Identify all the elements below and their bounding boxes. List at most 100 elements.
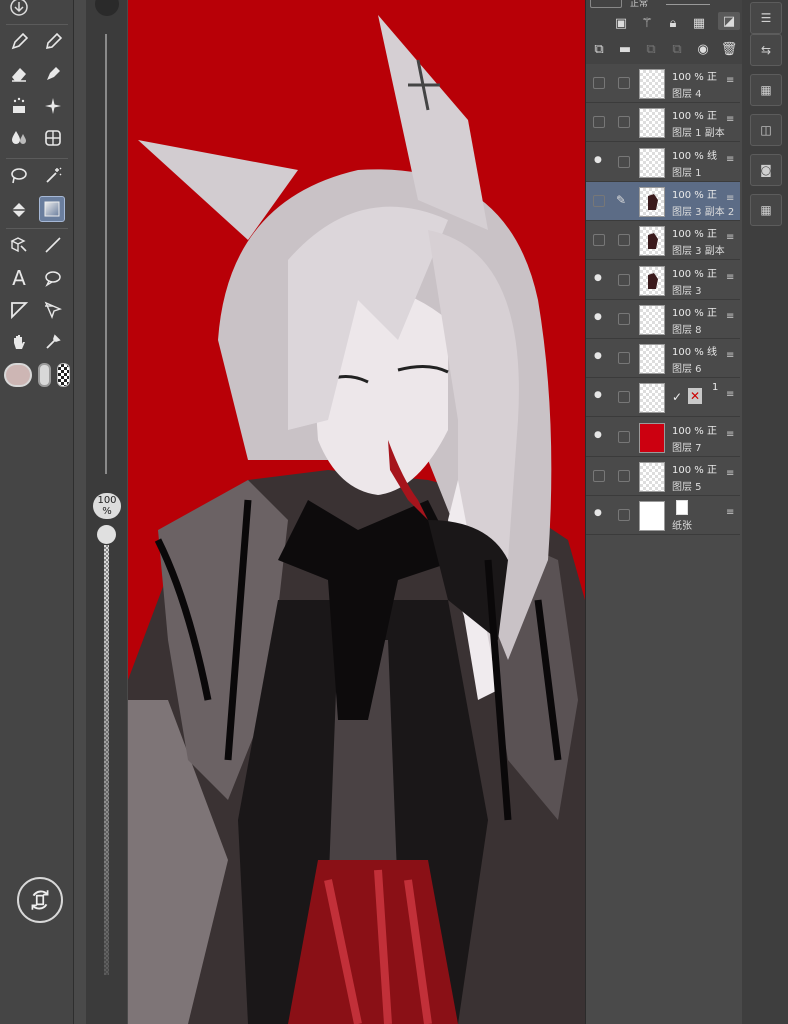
lock-checkbox[interactable]: [618, 430, 630, 443]
pencil-icon[interactable]: [40, 29, 66, 55]
download-icon[interactable]: [6, 0, 32, 20]
layer-menu-icon[interactable]: ≡: [726, 390, 734, 400]
visibility-checkbox[interactable]: [593, 194, 605, 207]
lock-checkbox[interactable]: [618, 155, 630, 168]
layer-row[interactable]: 100 % 正图层 4 ≡: [586, 64, 740, 103]
lock-checkbox[interactable]: [618, 116, 630, 129]
ruler-grid-icon[interactable]: [40, 125, 66, 151]
new-raster-layer-icon[interactable]: ⧉: [590, 40, 608, 58]
navigator-toggle[interactable]: ⇆: [750, 34, 782, 66]
gradient-icon[interactable]: [39, 196, 65, 222]
layer-row[interactable]: ● 100 % 正图层 7 ≡: [586, 418, 740, 457]
layer-menu-icon[interactable]: ≡: [726, 76, 734, 86]
reference-layer-icon[interactable]: ⚚: [638, 14, 656, 32]
visibility-checkbox[interactable]: [593, 77, 605, 89]
visibility-checkbox[interactable]: [593, 116, 605, 129]
sub-color-swatch[interactable]: [38, 363, 51, 387]
main-color-swatch[interactable]: [4, 363, 32, 387]
airbrush-icon[interactable]: [6, 93, 32, 119]
layer-row[interactable]: ✎ 100 % 正图层 3 副本 2 ≡: [586, 181, 740, 221]
eye-icon[interactable]: ●: [594, 430, 608, 442]
layer-menu-icon[interactable]: ≡: [726, 272, 734, 283]
layer-mask-icon[interactable]: ◉: [694, 40, 712, 58]
decoration-icon[interactable]: [40, 93, 66, 119]
eye-icon[interactable]: ●: [594, 351, 608, 363]
eye-icon[interactable]: ●: [594, 273, 608, 285]
object-select-icon[interactable]: [6, 232, 32, 258]
layer-menu-icon[interactable]: ≡: [726, 429, 734, 440]
brush-opacity-knob[interactable]: [97, 525, 116, 544]
mask-disabled-icon: ✕: [688, 388, 702, 405]
drawing-canvas[interactable]: [128, 0, 585, 1024]
lock-checkbox[interactable]: [618, 312, 630, 325]
layer-row[interactable]: ● ✓ ✕ 1 ≡: [586, 378, 740, 418]
brush-size-track[interactable]: [105, 34, 107, 474]
eye-icon[interactable]: ●: [594, 508, 608, 520]
lock-checkbox[interactable]: [618, 509, 630, 522]
brush-opacity-track[interactable]: [104, 545, 109, 975]
layer-menu-icon[interactable]: ≡: [726, 311, 734, 322]
lock-icon[interactable]: 🔒︎: [664, 14, 682, 32]
layer-name: 图层 1: [672, 167, 702, 179]
speech-balloon-icon[interactable]: [40, 265, 66, 291]
rotate-canvas-button[interactable]: [17, 877, 63, 923]
layer-menu-icon[interactable]: ≡: [726, 469, 734, 479]
lock-checkbox[interactable]: [618, 234, 630, 247]
pen-icon[interactable]: [6, 29, 32, 55]
layer-row[interactable]: ● 纸张 ≡: [586, 496, 740, 536]
hand-icon[interactable]: [6, 329, 32, 355]
sub-tool-panel-toggle[interactable]: ▦: [750, 74, 782, 106]
lock-checkbox[interactable]: [618, 391, 630, 404]
lock-checkbox[interactable]: [618, 77, 630, 89]
layer-row[interactable]: ● 100 % 正图层 3 ≡: [586, 261, 740, 300]
blend-mode-dropdown[interactable]: [590, 0, 622, 8]
new-folder-icon[interactable]: ▬: [616, 40, 634, 58]
layer-row[interactable]: ● 100 % 线图层 6 ≡: [586, 339, 740, 379]
layer-menu-icon[interactable]: ≡: [726, 233, 734, 243]
layer-panel-toggle[interactable]: ☰: [750, 2, 782, 34]
layer-row[interactable]: ● 100 % 正图层 8 ≡: [586, 300, 740, 339]
layer-menu-icon[interactable]: ≡: [726, 351, 734, 361]
layer-row[interactable]: 100 % 正图层 5 ≡: [586, 457, 740, 496]
correct-line-icon[interactable]: [40, 297, 66, 323]
layer-opacity: 100 % 正: [672, 111, 717, 123]
lock-transparency-icon[interactable]: ▦: [690, 14, 708, 32]
lock-checkbox[interactable]: [618, 470, 630, 482]
eyedropper-icon[interactable]: [40, 329, 66, 355]
layer-menu-icon[interactable]: ≡: [726, 154, 734, 165]
clip-layer-icon[interactable]: ▣: [612, 14, 630, 32]
layer-menu-icon[interactable]: ≡: [726, 193, 734, 204]
marker-icon[interactable]: [40, 61, 66, 87]
frame-border-icon[interactable]: [6, 297, 32, 323]
lock-checkbox[interactable]: [618, 352, 630, 365]
edit-pen-icon[interactable]: ✎: [616, 193, 626, 207]
layer-menu-icon[interactable]: ≡: [726, 508, 734, 518]
layer-row[interactable]: 100 % 正图层 1 副本 ≡: [586, 103, 740, 143]
delete-layer-icon[interactable]: 🗑︎: [720, 40, 738, 58]
eye-icon[interactable]: ●: [594, 312, 608, 324]
lasso-icon[interactable]: [6, 163, 32, 189]
visibility-checkbox[interactable]: [593, 470, 605, 482]
merge-down-icon[interactable]: ⧉: [642, 40, 660, 58]
line-icon[interactable]: [40, 232, 66, 258]
text-icon[interactable]: A: [6, 265, 32, 291]
magic-wand-icon[interactable]: [40, 163, 66, 189]
blend-icon[interactable]: [6, 125, 32, 151]
layer-row[interactable]: 100 % 正图层 3 副本 ≡: [586, 221, 740, 261]
mask-icon[interactable]: ◪: [718, 12, 740, 30]
layer-menu-icon[interactable]: ≡: [726, 115, 734, 125]
capture-panel-toggle[interactable]: ◙: [750, 154, 782, 186]
visibility-checkbox[interactable]: [593, 234, 605, 247]
fill-icon[interactable]: [6, 197, 32, 223]
copy-layer-icon[interactable]: ⧉: [668, 40, 686, 58]
material-panel-toggle[interactable]: ◫: [750, 114, 782, 146]
eye-icon[interactable]: ●: [594, 390, 608, 402]
layer-row[interactable]: ● 100 % 线图层 1 ≡: [586, 143, 740, 182]
eraser-icon[interactable]: [6, 61, 32, 87]
opacity-slider[interactable]: [666, 0, 710, 5]
property-panel-toggle[interactable]: ▦: [750, 194, 782, 226]
transparent-color-swatch[interactable]: [57, 363, 70, 387]
layer-thumbnail: [639, 265, 665, 296]
lock-checkbox[interactable]: [618, 273, 630, 286]
eye-icon[interactable]: ●: [594, 155, 608, 167]
